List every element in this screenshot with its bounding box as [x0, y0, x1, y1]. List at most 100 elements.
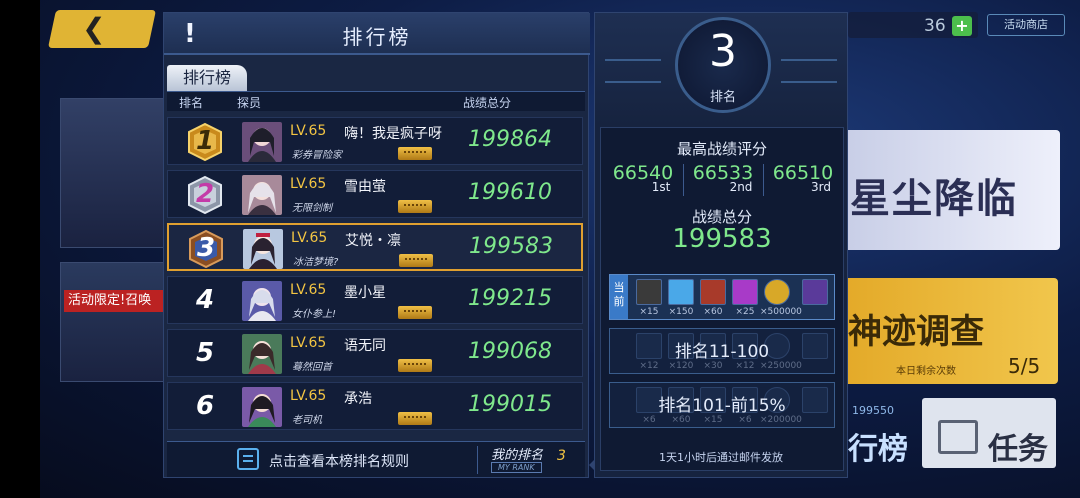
add-currency-button[interactable]: + [952, 16, 972, 36]
player-score: 199583 [469, 234, 553, 259]
event-shop-button[interactable]: 活动商店 [987, 14, 1065, 36]
player-name: 艾悦・凛 [345, 233, 401, 249]
best-score-title: 最高战绩评分 [676, 140, 767, 158]
currency-count: 36 [924, 16, 946, 36]
leaderboard-panel: ! 排行榜 排行榜 排名 探员 战绩总分 1 LV.65 嗨！我是疯子呀 彩券冒… [163, 12, 590, 478]
player-title: 蓦然回首 [292, 362, 332, 373]
item-count: ×500000 [760, 307, 802, 317]
player-name: 承浩 [344, 391, 372, 407]
player-score: 199015 [468, 392, 552, 417]
player-score: 199215 [468, 286, 552, 311]
score-summary: 最高战绩评分 66540 1st 66533 2nd 66510 3rd 战绩总分 1… [600, 127, 844, 471]
back-button[interactable]: ❮ [47, 10, 157, 48]
table-row-current-user[interactable]: 3 LV.65 艾悦・凛 冰洁梦境? 199583 [167, 223, 583, 271]
player-score: 199068 [468, 339, 552, 364]
tab-leaderboard[interactable]: 排行榜 [167, 65, 247, 91]
my-rank-label: 我的排名 [491, 448, 544, 463]
table-row[interactable]: 4 LV.65 墨小星 女仆参上! 199215 [167, 276, 583, 324]
player-title: 无限剑制 [292, 203, 332, 214]
item-count: ×6 [642, 415, 656, 425]
title-badge-icon [398, 412, 432, 425]
left-edge [0, 0, 40, 498]
player-name: 雪由萤 [344, 179, 386, 195]
leaderboard-footer: 点击查看本榜排名规则 我的排名 MY RANK 3 [167, 441, 585, 477]
event-investigation-banner[interactable]: 神迹调查 本日剩余次数 5/5 [840, 278, 1058, 384]
crystal-item-icon [668, 279, 694, 305]
task-icon [938, 420, 978, 454]
player-score: 199864 [468, 127, 552, 152]
item-count: ×200000 [760, 415, 802, 425]
remaining-label: 本日剩余次数 [896, 366, 956, 377]
total-score-value: 199583 [672, 224, 772, 254]
item-count: ×250000 [760, 361, 802, 371]
my-rank-value: 3 [557, 448, 566, 464]
leaderboard-title: 排行榜 [342, 25, 412, 49]
rank-number: 3 [196, 233, 216, 263]
rank-number: 6 [195, 391, 215, 421]
avatar [243, 229, 283, 269]
item-count: ×30 [703, 361, 723, 371]
player-level: LV.65 [290, 388, 327, 404]
event-stardust-banner[interactable]: 星尘降临 [840, 130, 1060, 250]
player-level: LV.65 [290, 176, 327, 192]
decor-line [781, 59, 837, 83]
item-count: ×150 [668, 307, 694, 317]
gem-item-icon [802, 279, 828, 305]
reward-items: ×15 ×150 ×60 ×25 ×500000 [634, 279, 834, 317]
column-member: 探员 [237, 96, 262, 110]
table-row[interactable]: 2 LV.65 雪由萤 无限剑制 199610 [167, 170, 583, 218]
table-row[interactable]: 6 LV.65 承浩 老司机 199015 [167, 382, 583, 430]
current-tag: 当前 [610, 275, 628, 319]
best-score-3: 66510 3rd [763, 162, 843, 198]
item-count: ×12 [735, 361, 755, 371]
leaderboard-header: ! 排行榜 [164, 13, 590, 55]
ranking-button[interactable]: 199550 行榜 [838, 400, 918, 470]
rank-circle: 3 排名 [675, 17, 771, 113]
item-count: ×60 [703, 307, 723, 317]
player-title: 冰洁梦境? [293, 257, 339, 268]
event-title: 神迹调查 [848, 312, 984, 352]
player-title: 老司机 [292, 415, 322, 426]
title-badge-icon [399, 254, 433, 267]
column-rank: 排名 [179, 96, 204, 110]
game-screen: ❮ 活动限定!召唤 36 + 活动商店 星尘降临 神迹调查 本日剩余次数 5/5… [0, 0, 1080, 498]
avatar [242, 334, 282, 374]
player-name: 墨小星 [344, 285, 386, 301]
bg-event-card[interactable] [60, 98, 165, 248]
rules-link[interactable]: 点击查看本榜排名规则 [269, 451, 409, 471]
rules-icon[interactable] [237, 448, 259, 470]
vial-item-icon [732, 279, 758, 305]
title-badge-icon [398, 147, 432, 160]
best-score-place: 3rd [811, 180, 831, 194]
table-row[interactable]: 1 LV.65 嗨！我是疯子呀 彩券冒险家 199864 [167, 117, 583, 165]
rank-value: 3 [709, 26, 737, 77]
ranking-score: 199550 [852, 404, 894, 417]
column-score: 战绩总分 [463, 96, 512, 110]
table-row[interactable]: 5 LV.65 语无同 蓦然回首 199068 [167, 329, 583, 377]
reward-tier-11-100[interactable]: 排名11-100 ×12 ×120 ×30 ×12 ×250000 [609, 328, 835, 374]
item-count: ×60 [671, 415, 691, 425]
rank-number: 1 [195, 126, 215, 156]
title-badge-icon [398, 306, 432, 319]
reward-tier-current[interactable]: 当前 ×15 ×150 ×60 ×25 ×500000 [609, 274, 835, 320]
bg-event-card[interactable] [60, 262, 165, 382]
divider [477, 446, 478, 474]
player-level: LV.65 [291, 230, 328, 246]
column-header: 排名 探员 战绩总分 [167, 91, 585, 111]
avatar [242, 175, 282, 215]
rank-display: 3 排名 [595, 13, 847, 125]
title-badge-icon [398, 359, 432, 372]
task-button[interactable]: 任务 [922, 398, 1056, 468]
decor-line [605, 59, 661, 83]
event-title: 星尘降临 [850, 176, 1018, 222]
my-rank-en-label: MY RANK [491, 462, 542, 473]
rank-number: 2 [195, 179, 215, 209]
promo-banner[interactable]: 活动限定!召唤 [64, 290, 164, 312]
item-count: ×120 [668, 361, 694, 371]
player-level: LV.65 [290, 123, 327, 139]
tier-title: 排名11-100 [674, 342, 770, 362]
back-arrow-icon: ❮ [82, 12, 106, 45]
remaining-value: 5/5 [1008, 354, 1041, 378]
reward-tier-101-15pct[interactable]: 排名101-前15% ×6 ×60 ×15 ×6 ×200000 [609, 382, 835, 428]
avatar [242, 387, 282, 427]
